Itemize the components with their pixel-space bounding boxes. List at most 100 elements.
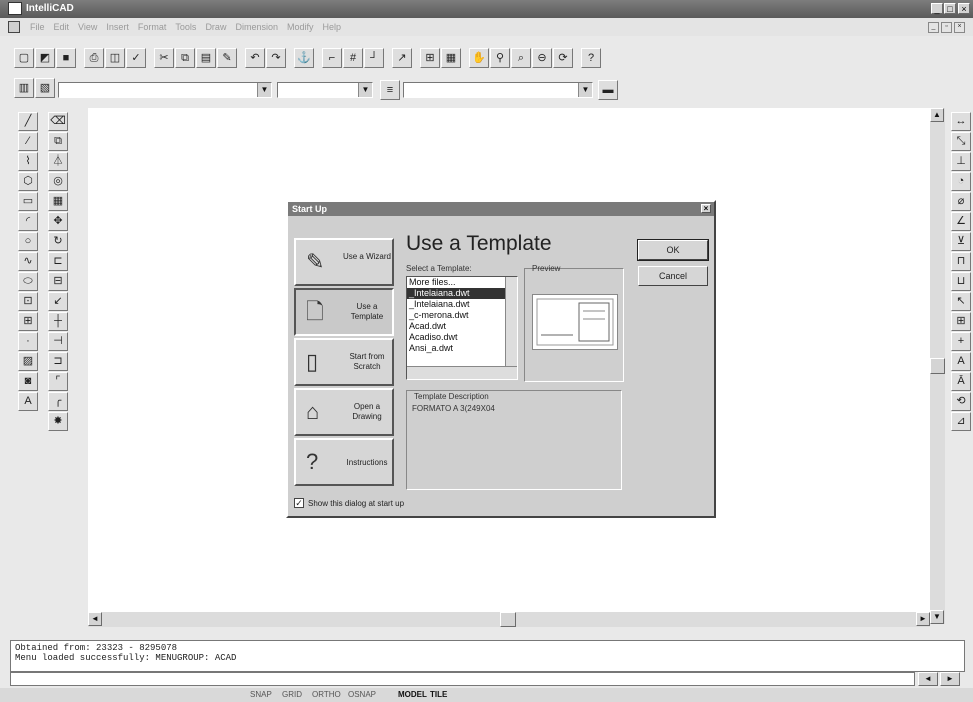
copy-object-icon[interactable]: ⧉	[48, 132, 68, 151]
polyline-icon[interactable]: ⌇	[18, 152, 38, 171]
doc-minimize-button[interactable]: _	[928, 22, 939, 33]
chevron-down-icon[interactable]: ▼	[358, 83, 372, 97]
scroll-down-icon[interactable]: ▼	[930, 610, 944, 624]
new-file-icon[interactable]: ▢	[14, 48, 34, 68]
template-list-hscrollbar[interactable]	[407, 366, 517, 379]
layer-combo[interactable]: ▼	[58, 82, 272, 98]
menu-item-draw[interactable]: Draw	[205, 22, 226, 32]
linetype-combo[interactable]: ▼	[403, 82, 593, 98]
menu-item-insert[interactable]: Insert	[106, 22, 129, 32]
template-item[interactable]: _Intelaiana.dwt	[407, 288, 517, 299]
design-center-icon[interactable]: ▦	[441, 48, 461, 68]
lineweight-icon[interactable]: ▬	[598, 80, 618, 100]
line-icon[interactable]: ╱	[18, 112, 38, 131]
polygon-icon[interactable]: ⬡	[18, 172, 38, 191]
tolerance-icon[interactable]: ⊞	[951, 312, 971, 331]
spell-check-icon[interactable]: ✓	[126, 48, 146, 68]
status-osnap[interactable]: OSNAP	[348, 690, 376, 699]
properties-icon[interactable]: ⊞	[420, 48, 440, 68]
diameter-dimension-icon[interactable]: ⌀	[951, 192, 971, 211]
print-icon[interactable]: ⎙	[84, 48, 104, 68]
dialog-close-icon[interactable]: ×	[701, 204, 711, 213]
text-icon[interactable]: A	[18, 392, 38, 411]
template-item[interactable]: Ansi_a.dwt	[407, 343, 517, 354]
ordinate-dimension-icon[interactable]: ⊥	[951, 152, 971, 171]
grid-icon[interactable]: #	[343, 48, 363, 68]
print-preview-icon[interactable]: ◫	[105, 48, 125, 68]
dimension-text-edit-icon[interactable]: Ā	[951, 372, 971, 391]
extend-icon[interactable]: ⊣	[48, 332, 68, 351]
help-icon[interactable]: ?	[581, 48, 601, 68]
scroll-right-icon[interactable]: ►	[916, 612, 930, 626]
rectangle-icon[interactable]: ▭	[18, 192, 38, 211]
vertical-scrollbar[interactable]: ▲ ▼	[930, 108, 945, 624]
hatch-icon[interactable]: ▨	[18, 352, 38, 371]
pan-icon[interactable]: ✋	[469, 48, 489, 68]
rotate-icon[interactable]: ↻	[48, 232, 68, 251]
make-block-icon[interactable]: ⊞	[18, 312, 38, 331]
erase-icon[interactable]: ⌫	[48, 112, 68, 131]
command-input[interactable]	[10, 672, 915, 686]
redraw-icon[interactable]: ⟳	[553, 48, 573, 68]
instructions-button[interactable]: ? Instructions	[294, 438, 394, 486]
match-properties-icon[interactable]: ✎	[217, 48, 237, 68]
ok-button[interactable]: OK	[637, 239, 709, 261]
center-mark-icon[interactable]: +	[951, 332, 971, 351]
menu-item-tools[interactable]: Tools	[175, 22, 196, 32]
status-ortho[interactable]: ORTHO	[312, 690, 341, 699]
save-icon[interactable]: ■	[56, 48, 76, 68]
chevron-down-icon[interactable]: ▼	[257, 83, 271, 97]
break-icon[interactable]: ⊐	[48, 352, 68, 371]
move-icon[interactable]: ✥	[48, 212, 68, 231]
copy-icon[interactable]: ⧉	[175, 48, 195, 68]
scale-icon[interactable]: ⊏	[48, 252, 68, 271]
template-item[interactable]: More files...	[407, 277, 517, 288]
zoom-window-icon[interactable]: ⌕	[511, 48, 531, 68]
hyperlink-icon[interactable]: ⚓	[294, 48, 314, 68]
command-scroll-left-icon[interactable]: ◄	[918, 672, 938, 686]
arc-icon[interactable]: ◜	[18, 212, 38, 231]
point-icon[interactable]: ·	[18, 332, 38, 351]
minimize-button[interactable]: _	[931, 3, 943, 14]
menu-item-format[interactable]: Format	[138, 22, 167, 32]
dimension-edit-icon[interactable]: A	[951, 352, 971, 371]
close-button[interactable]: ×	[958, 3, 970, 14]
cancel-button[interactable]: Cancel	[638, 266, 708, 286]
horizontal-scroll-thumb[interactable]	[500, 612, 516, 627]
leader-icon[interactable]: ↖	[951, 292, 971, 311]
status-tile[interactable]: TILE	[430, 690, 447, 699]
lengthen-icon[interactable]: ↙	[48, 292, 68, 311]
linetype-icon[interactable]: ≡	[380, 80, 400, 100]
ellipse-icon[interactable]: ⬭	[18, 272, 38, 291]
stretch-icon[interactable]: ⊟	[48, 272, 68, 291]
status-model[interactable]: MODEL	[398, 690, 427, 699]
dimension-update-icon[interactable]: ⟲	[951, 392, 971, 411]
fillet-icon[interactable]: ╭	[48, 392, 68, 411]
angular-dimension-icon[interactable]: ∠	[951, 212, 971, 231]
quick-dimension-icon[interactable]: ⊻	[951, 232, 971, 251]
continue-dimension-icon[interactable]: ⊔	[951, 272, 971, 291]
template-list[interactable]: More files... _Intelaiana.dwt _Intelaiana.…	[406, 276, 518, 380]
dimension-style-icon[interactable]: ⊿	[951, 412, 971, 431]
array-icon[interactable]: ▦	[48, 192, 68, 211]
scroll-up-icon[interactable]: ▲	[930, 108, 944, 122]
radius-dimension-icon[interactable]: ◔	[951, 172, 971, 191]
doc-close-button[interactable]: ×	[954, 22, 965, 33]
circle-icon[interactable]: ○	[18, 232, 38, 251]
menu-item-dimension[interactable]: Dimension	[235, 22, 278, 32]
construction-line-icon[interactable]: ⁄	[18, 132, 38, 151]
spline-icon[interactable]: ∿	[18, 252, 38, 271]
menu-item-modify[interactable]: Modify	[287, 22, 314, 32]
show-on-startup-checkbox[interactable]: ✓ Show this dialog at start up	[294, 498, 404, 508]
linear-dimension-icon[interactable]: ↔	[951, 112, 971, 131]
chamfer-icon[interactable]: ⌜	[48, 372, 68, 391]
offset-icon[interactable]: ◎	[48, 172, 68, 191]
paste-icon[interactable]: ▤	[196, 48, 216, 68]
zoom-realtime-icon[interactable]: ⚲	[490, 48, 510, 68]
template-item[interactable]: _c-merona.dwt	[407, 310, 517, 321]
maximize-button[interactable]: □	[944, 3, 956, 14]
status-snap[interactable]: SNAP	[250, 690, 272, 699]
template-item[interactable]: _Intelaiana.dwt	[407, 299, 517, 310]
ortho-icon[interactable]: ┘	[364, 48, 384, 68]
command-scroll-right-icon[interactable]: ►	[940, 672, 960, 686]
